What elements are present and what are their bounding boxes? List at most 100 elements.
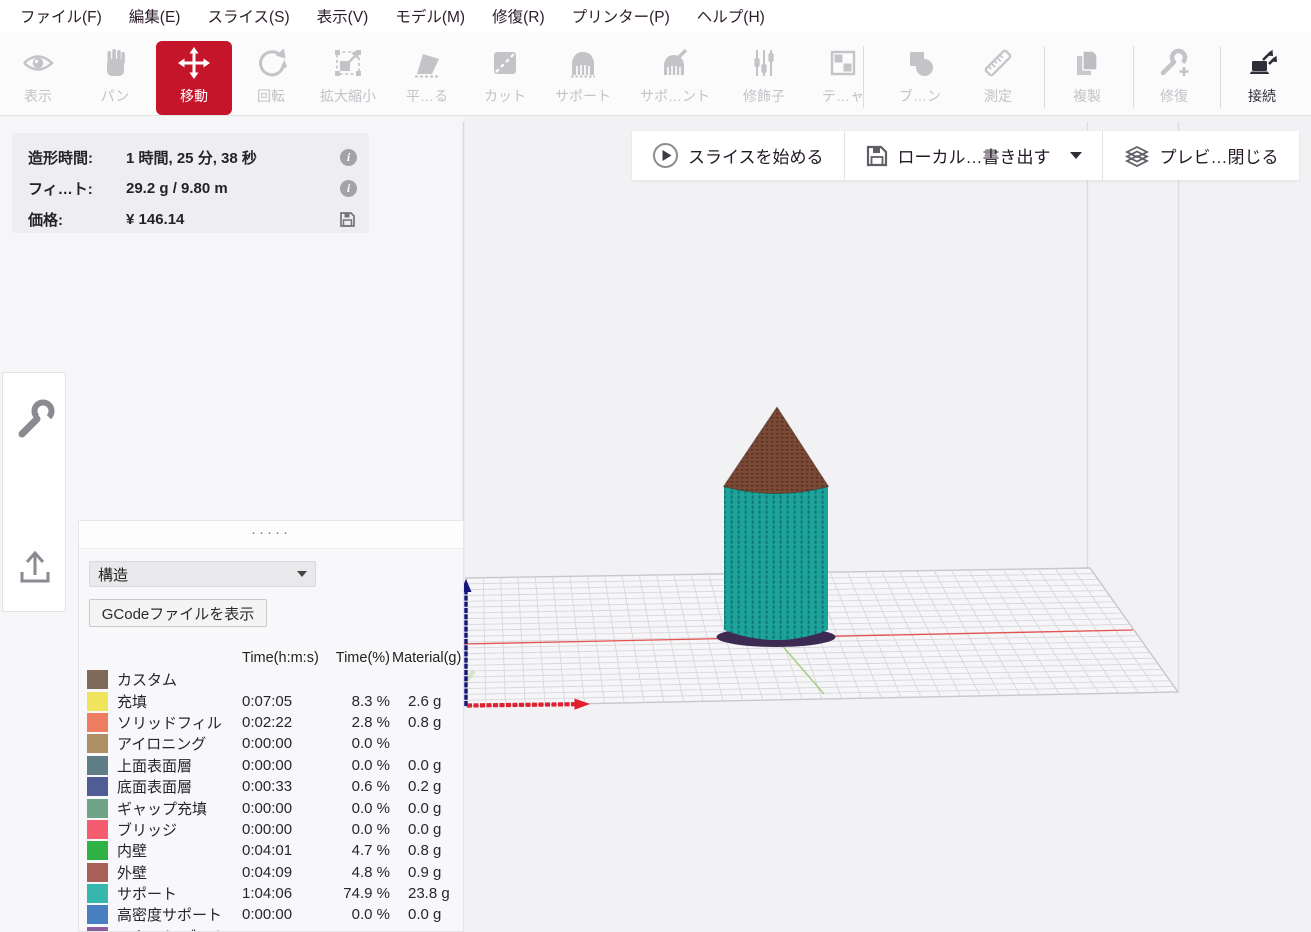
tool-connect-button[interactable]: 接続 — [1224, 41, 1300, 115]
structure-dropdown-value: 構造 — [90, 564, 289, 585]
stat-label: 価格: — [28, 209, 126, 230]
feature-table: Time(h:m:s) Time(%) Material(g) カスタム 充填0… — [79, 647, 464, 932]
table-header-row: Time(h:m:s) Time(%) Material(g) — [79, 647, 464, 669]
stat-value: 1 時間, 25 分, 38 秒 — [126, 147, 340, 168]
color-swatch — [87, 905, 108, 924]
table-row: スカート/ブリム0:00:200.4 %0.1 g — [79, 926, 464, 932]
modifier-sliders-icon — [747, 41, 781, 85]
menu-model[interactable]: モデル(M) — [389, 3, 471, 29]
upload-icon — [13, 547, 57, 591]
menu-repair[interactable]: 修復(R) — [486, 3, 551, 29]
table-row: 内壁0:04:014.7 %0.8 g — [79, 840, 464, 861]
color-swatch — [87, 713, 108, 732]
slicer-app: ファイル(F) 編集(E) スライス(S) 表示(V) モデル(M) 修復(R)… — [0, 0, 1311, 932]
color-swatch — [87, 799, 108, 818]
start-slice-button[interactable]: スライスを始める — [632, 131, 845, 180]
repair-wrench-icon — [1157, 41, 1191, 85]
tool-duplicate-button[interactable]: 複製 — [1049, 41, 1125, 115]
connect-laptop-icon — [1245, 41, 1279, 85]
menu-printer[interactable]: プリンター(P) — [566, 3, 676, 29]
wrench-icon — [12, 396, 58, 442]
menu-slice[interactable]: スライス(S) — [201, 3, 295, 29]
chevron-down-icon[interactable] — [1070, 152, 1082, 159]
show-gcode-button[interactable]: GCodeファイルを表示 — [89, 599, 267, 627]
tool-move-button[interactable]: 移動 — [156, 41, 232, 115]
table-row: アイロニング0:00:000.0 % — [79, 733, 464, 754]
table-row: 底面表面層0:00:330.6 %0.2 g — [79, 776, 464, 797]
tool-boolean-button[interactable]: ブ…ン — [882, 41, 958, 115]
menu-view[interactable]: 表示(V) — [311, 3, 375, 29]
table-row: サポート1:04:0674.9 %23.8 g — [79, 883, 464, 904]
toolbar: 表示 パン 移動 回転 拡大縮小 平…る — [0, 32, 1311, 116]
color-swatch — [87, 692, 108, 711]
tool-support-button[interactable]: サポート — [545, 41, 621, 115]
stat-label: フィ…ト: — [28, 178, 126, 199]
color-swatch — [87, 670, 108, 689]
tool-support-paint-button[interactable]: サポ…ント — [637, 41, 713, 115]
panel-drag-handle[interactable]: ····· — [79, 521, 463, 549]
cut-icon — [488, 41, 522, 85]
support-icon — [566, 41, 600, 85]
table-row: ソリッドフィル0:02:222.8 %0.8 g — [79, 712, 464, 733]
stat-row-price: 価格: ¥ 146.14 — [28, 204, 357, 235]
stat-value: 29.2 g / 9.80 m — [126, 180, 340, 197]
color-swatch — [87, 927, 108, 932]
layers-icon — [1123, 143, 1151, 169]
color-swatch — [87, 734, 108, 753]
save-icon[interactable] — [338, 210, 357, 229]
structure-dropdown[interactable]: 構造 — [89, 561, 316, 587]
menu-file[interactable]: ファイル(F) — [14, 3, 108, 29]
save-icon — [865, 144, 889, 168]
move-icon — [177, 41, 211, 85]
table-row: 外壁0:04:094.8 %0.9 g — [79, 862, 464, 883]
table-row: 充填0:07:058.3 %2.6 g — [79, 690, 464, 711]
tool-lay-flat-button[interactable]: 平…る — [389, 41, 465, 115]
play-icon — [652, 142, 679, 169]
start-slice-label: スライスを始める — [688, 143, 824, 168]
tool-view-button[interactable]: 表示 — [0, 41, 76, 115]
color-swatch — [87, 756, 108, 775]
menu-edit[interactable]: 編集(E) — [123, 3, 187, 29]
object-cone[interactable] — [724, 407, 829, 494]
side-tool-panel — [2, 372, 66, 612]
eye-icon — [21, 41, 55, 85]
tool-measure-button[interactable]: 測定 — [960, 41, 1036, 115]
hand-icon — [98, 41, 132, 85]
structure-legend-panel: ····· 構造 GCodeファイルを表示 Time(h:m:s) Time(%… — [78, 520, 464, 932]
tool-modifier-button[interactable]: 修飾子 — [726, 41, 802, 115]
tool-texture-button[interactable]: テ…ャ — [805, 41, 881, 115]
table-row: 高密度サポート0:00:000.0 %0.0 g — [79, 904, 464, 925]
export-upload-button[interactable] — [3, 541, 67, 597]
chevron-down-icon — [289, 571, 315, 577]
measure-ruler-icon — [981, 41, 1015, 85]
table-row: カスタム — [79, 669, 464, 690]
close-preview-button[interactable]: プレビ…閉じる — [1103, 131, 1299, 180]
print-stats-panel: 造形時間: 1 時間, 25 分, 38 秒 i フィ…ト: 29.2 g / … — [12, 133, 369, 233]
tool-rotate-button[interactable]: 回転 — [233, 41, 309, 115]
col-pct: Time(%) — [314, 650, 390, 666]
x-axis-arrow — [467, 704, 576, 705]
tool-repair-button[interactable]: 修復 — [1136, 41, 1212, 115]
lay-flat-icon — [410, 41, 444, 85]
table-row: ブリッジ0:00:000.0 %0.0 g — [79, 819, 464, 840]
menu-help[interactable]: ヘルプ(H) — [691, 3, 771, 29]
color-swatch — [87, 820, 108, 839]
toolbar-separator — [1220, 46, 1221, 108]
object-support-cylinder[interactable] — [724, 486, 828, 640]
info-icon[interactable]: i — [340, 180, 357, 197]
tool-scale-button[interactable]: 拡大縮小 — [310, 41, 386, 115]
toolbar-separator — [1044, 46, 1045, 108]
export-local-button[interactable]: ローカル…書き出す — [845, 131, 1103, 180]
tool-cut-button[interactable]: カット — [467, 41, 543, 115]
settings-wrench-button[interactable] — [3, 391, 67, 447]
color-swatch — [87, 777, 108, 796]
toolbar-separator — [863, 46, 864, 108]
col-material: Material(g) — [390, 650, 460, 666]
info-icon[interactable]: i — [340, 149, 357, 166]
tool-pan-button[interactable]: パン — [77, 41, 153, 115]
menubar: ファイル(F) 編集(E) スライス(S) 表示(V) モデル(M) 修復(R)… — [0, 0, 1311, 32]
boolean-icon — [903, 41, 937, 85]
action-bar: スライスを始める ローカル…書き出す プレビ…閉じる — [632, 131, 1299, 180]
color-swatch — [87, 884, 108, 903]
color-swatch — [87, 841, 108, 860]
